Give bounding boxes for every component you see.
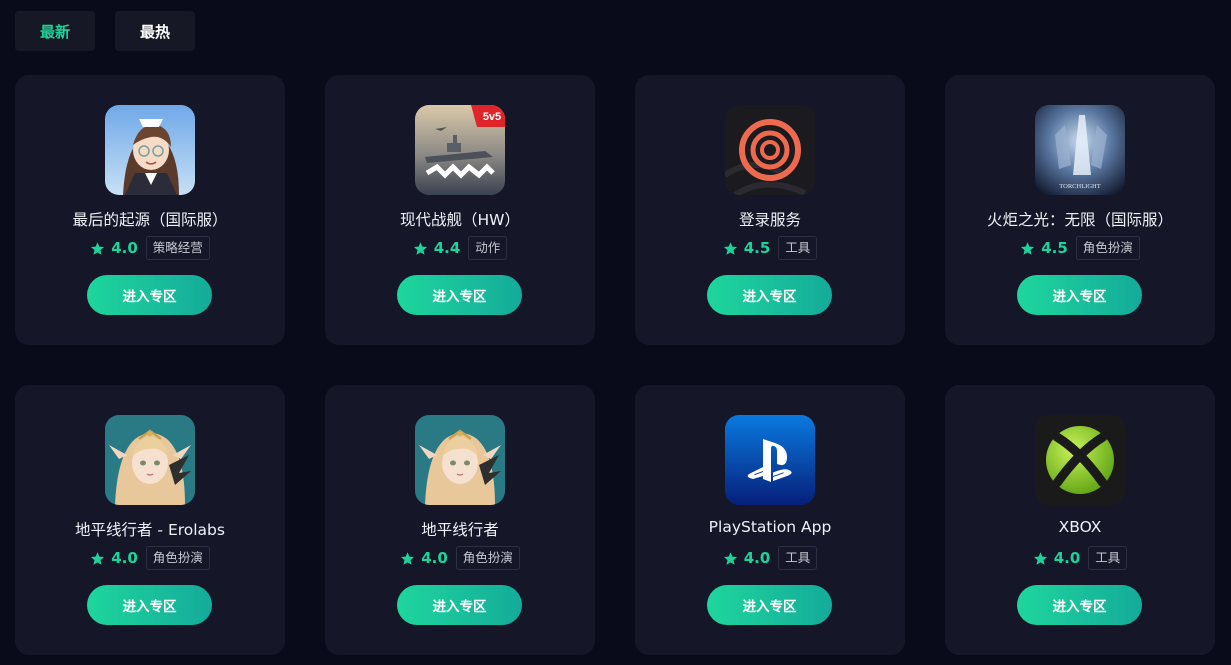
elf-girl-icon[interactable] — [415, 415, 505, 505]
app-card[interactable]: 5v5 现代战舰（HW） 4.4 动作 进入专区 — [325, 75, 595, 345]
app-meta: 4.0 策略经营 — [15, 235, 285, 261]
app-meta: 4.4 动作 — [325, 235, 595, 261]
star-icon — [1033, 551, 1047, 565]
app-name: 最后的起源（国际服） — [72, 211, 228, 229]
app-meta: 4.5 角色扮演 — [945, 235, 1215, 261]
enter-zone-button[interactable]: 进入专区 — [87, 585, 212, 625]
category-tag: 工具 — [778, 546, 818, 570]
enter-zone-button[interactable]: 进入专区 — [87, 275, 212, 315]
star-icon — [723, 551, 737, 565]
app-rating: 4.5 — [743, 239, 771, 257]
enter-zone-button[interactable]: 进入专区 — [397, 585, 522, 625]
icon-text: TORCHLIGHT — [1059, 183, 1100, 190]
star-icon — [413, 241, 427, 255]
badge-text: 5v5 — [483, 111, 501, 123]
modern-warships-icon[interactable]: 5v5 — [415, 105, 505, 195]
app-meta: 4.5 工具 — [635, 235, 905, 261]
app-meta: 4.0 角色扮演 — [325, 545, 595, 571]
app-rating: 4.4 — [433, 239, 461, 257]
enter-zone-button[interactable]: 进入专区 — [707, 585, 832, 625]
star-icon — [1021, 241, 1035, 255]
xbox-icon[interactable] — [1035, 415, 1125, 505]
anime-maid-girl-icon[interactable] — [105, 105, 195, 195]
enter-zone-button[interactable]: 进入专区 — [707, 275, 832, 315]
app-name: 火炬之光：无限（国际服） — [986, 211, 1173, 229]
category-tag: 动作 — [468, 236, 508, 260]
app-rating: 4.0 — [111, 239, 138, 257]
app-meta: 4.0 工具 — [635, 545, 905, 571]
enter-zone-button[interactable]: 进入专区 — [1017, 585, 1142, 625]
star-icon — [723, 241, 737, 255]
torchlight-icon[interactable]: TORCHLIGHT — [1035, 105, 1125, 195]
app-rating: 4.0 — [1053, 549, 1081, 567]
app-name: 登录服务 — [738, 211, 801, 229]
app-rating: 4.0 — [743, 549, 771, 567]
app-card[interactable]: 地平线行者 4.0 角色扮演 进入专区 — [325, 385, 595, 655]
enter-zone-button[interactable]: 进入专区 — [1017, 275, 1142, 315]
concentric-rings-icon[interactable] — [725, 105, 815, 195]
category-tag: 角色扮演 — [145, 546, 210, 570]
app-card[interactable]: TORCHLIGHT 火炬之光：无限（国际服） 4.5 角色扮演 进入专区 — [945, 75, 1215, 345]
enter-zone-button[interactable]: 进入专区 — [397, 275, 522, 315]
elf-girl-icon[interactable] — [105, 415, 195, 505]
app-meta: 4.0 角色扮演 — [15, 545, 285, 571]
app-name: 现代战舰（HW） — [400, 211, 520, 229]
app-card[interactable]: 地平线行者 - Erolabs 4.0 角色扮演 进入专区 — [15, 385, 285, 655]
app-name: PlayStation App — [708, 518, 832, 536]
category-tag: 工具 — [778, 236, 818, 260]
app-rating: 4.5 — [1041, 239, 1068, 257]
category-tag: 角色扮演 — [455, 546, 520, 570]
star-icon — [401, 551, 415, 565]
category-tag: 工具 — [1088, 546, 1128, 570]
app-card[interactable]: 最后的起源（国际服） 4.0 策略经营 进入专区 — [15, 75, 285, 345]
app-name: 地平线行者 - Erolabs — [75, 521, 225, 539]
app-card[interactable]: XBOX 4.0 工具 进入专区 — [945, 385, 1215, 655]
app-meta: 4.0 工具 — [945, 545, 1215, 571]
app-name: XBOX — [1058, 518, 1102, 536]
tab-latest[interactable]: 最新 — [15, 11, 95, 51]
app-rating: 4.0 — [111, 549, 138, 567]
app-card[interactable]: 登录服务 4.5 工具 进入专区 — [635, 75, 905, 345]
category-tag: 角色扮演 — [1075, 236, 1140, 260]
app-name: 地平线行者 — [421, 521, 499, 539]
star-icon — [91, 551, 105, 565]
sort-tabs: 最新 最热 — [15, 11, 195, 51]
category-tag: 策略经营 — [145, 236, 210, 260]
tab-hottest[interactable]: 最热 — [115, 11, 195, 51]
app-rating: 4.0 — [421, 549, 448, 567]
app-card[interactable]: PlayStation App 4.0 工具 进入专区 — [635, 385, 905, 655]
star-icon — [91, 241, 105, 255]
playstation-icon[interactable] — [725, 415, 815, 505]
